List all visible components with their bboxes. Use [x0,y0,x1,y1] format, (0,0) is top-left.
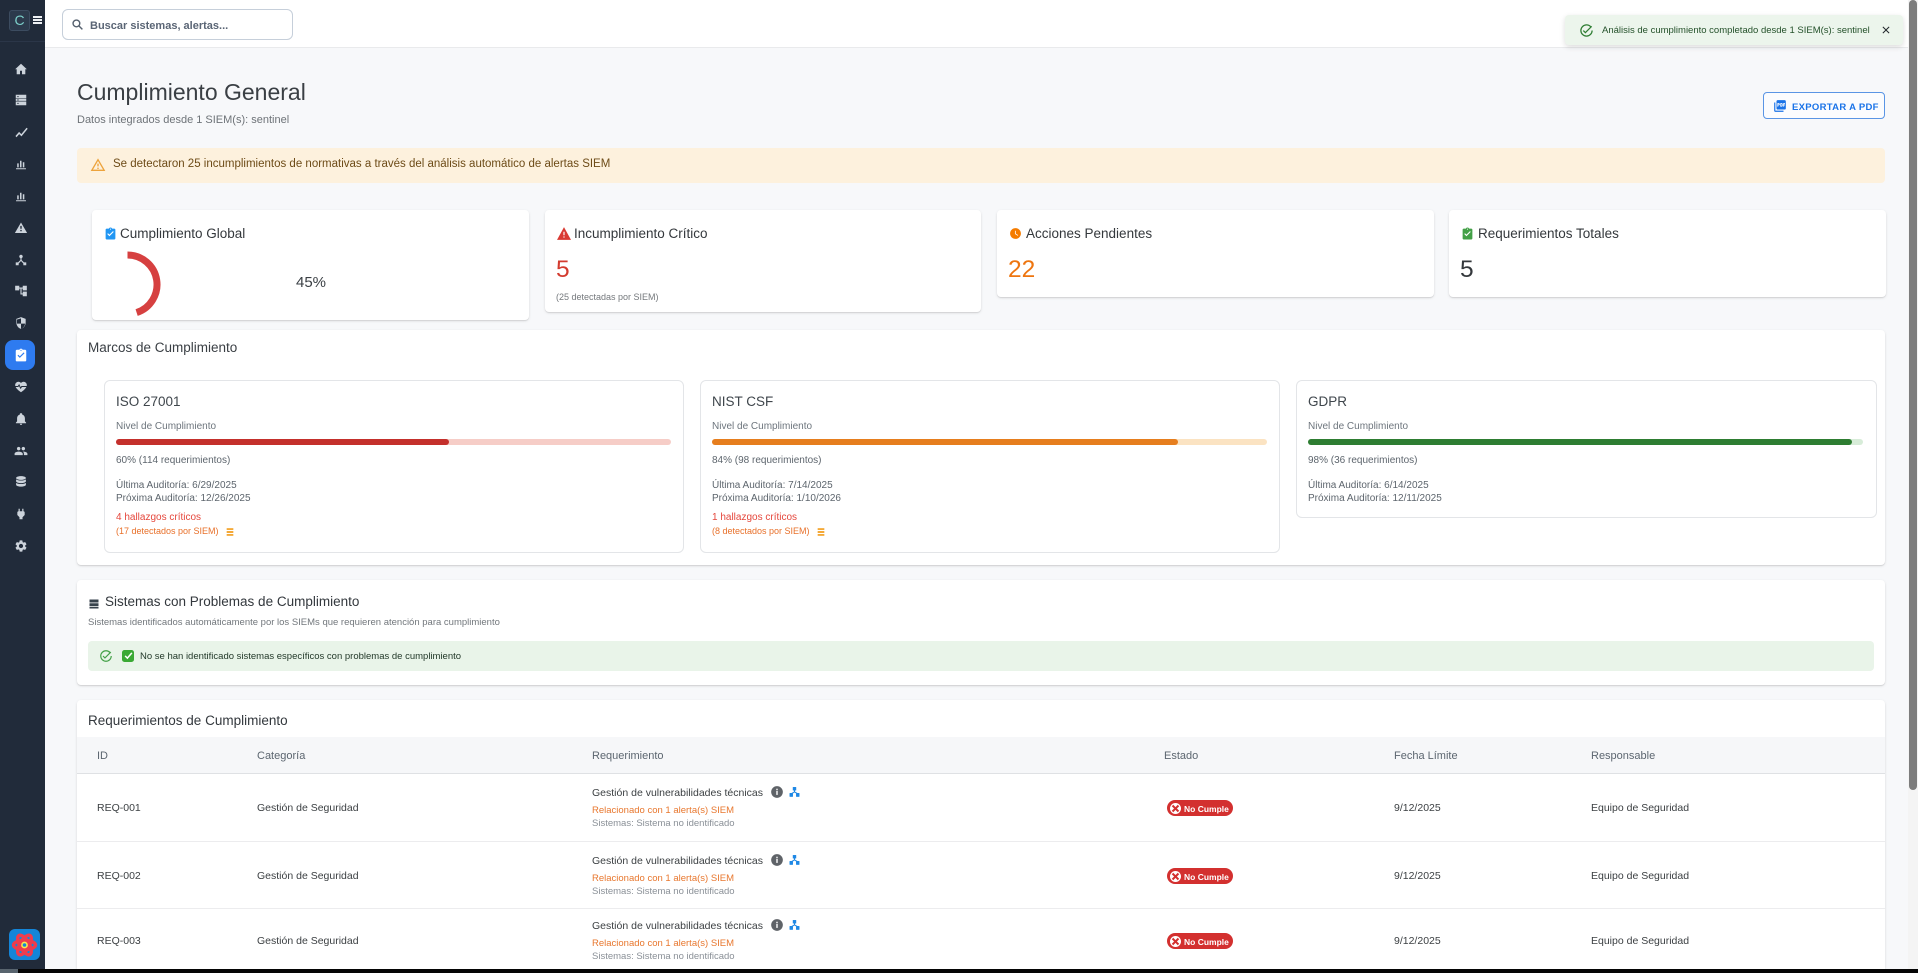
svg-text:45%: 45% [296,274,326,291]
